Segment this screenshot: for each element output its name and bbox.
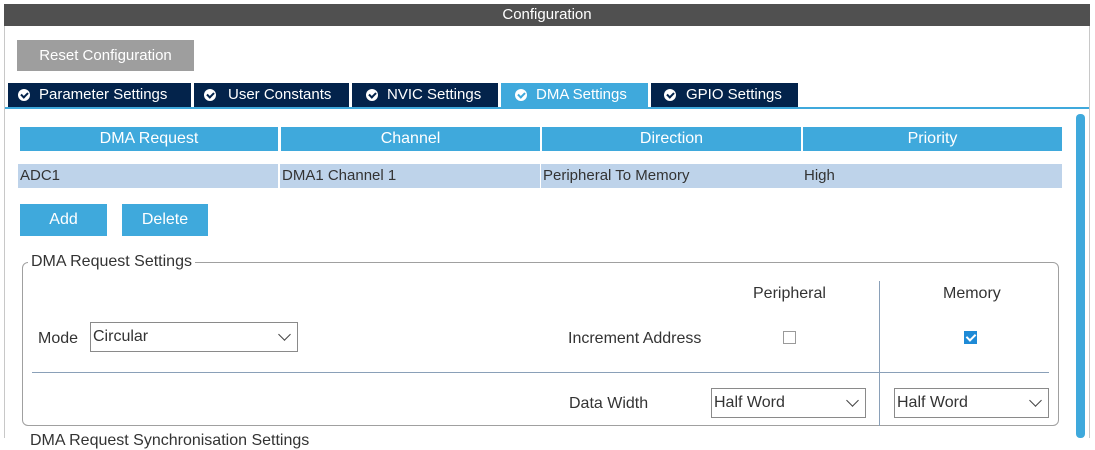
column-header-channel[interactable]: Channel xyxy=(281,127,540,151)
table-cell-channel[interactable]: DMA1 Channel 1 xyxy=(280,164,540,188)
mode-select[interactable]: Circular xyxy=(90,322,298,352)
peripheral-increment-checkbox[interactable] xyxy=(783,331,796,344)
tab-label: GPIO Settings xyxy=(686,86,782,103)
mode-select-value: Circular xyxy=(93,328,149,345)
column-header-direction[interactable]: Direction xyxy=(542,127,801,151)
memory-column-header: Memory xyxy=(943,285,1001,302)
vertical-scrollbar[interactable] xyxy=(1076,114,1085,438)
section-divider xyxy=(32,372,1049,373)
data-width-label: Data Width xyxy=(569,395,649,412)
peripheral-column-header: Peripheral xyxy=(753,285,826,302)
add-button[interactable]: Add xyxy=(20,204,107,236)
chevron-down-icon xyxy=(846,394,859,407)
check-circle-icon xyxy=(204,89,216,101)
tab-gpio-settings[interactable]: GPIO Settings xyxy=(651,83,798,107)
chevron-down-icon xyxy=(278,328,291,341)
check-circle-icon xyxy=(664,89,676,101)
tab-underline xyxy=(5,107,1089,109)
frame-border-left xyxy=(4,26,5,438)
tab-label: NVIC Settings xyxy=(387,86,482,103)
table-cell-priority[interactable]: High xyxy=(802,164,1062,188)
dma-request-settings-legend: DMA Request Settings xyxy=(28,252,195,272)
column-divider xyxy=(879,281,880,426)
column-header-priority[interactable]: Priority xyxy=(803,127,1062,151)
mode-label: Mode xyxy=(38,330,79,347)
chevron-down-icon xyxy=(1029,394,1042,407)
memory-data-width-value: Half Word xyxy=(897,394,968,411)
tab-dma-settings[interactable]: DMA Settings xyxy=(501,83,648,107)
increment-address-label: Increment Address xyxy=(568,330,702,347)
check-circle-icon xyxy=(515,89,527,101)
window-title: Configuration xyxy=(4,4,1090,26)
tab-nvic-settings[interactable]: NVIC Settings xyxy=(352,83,498,107)
check-circle-icon xyxy=(18,89,30,101)
reset-configuration-button[interactable]: Reset Configuration xyxy=(17,40,194,71)
table-cell-dma-request[interactable]: ADC1 xyxy=(18,164,278,188)
tab-user-constants[interactable]: User Constants xyxy=(194,83,349,107)
tab-label: User Constants xyxy=(228,86,332,103)
tab-label: DMA Settings xyxy=(536,86,627,103)
delete-button[interactable]: Delete xyxy=(122,204,208,236)
tab-label: Parameter Settings xyxy=(39,86,168,103)
peripheral-data-width-select[interactable]: Half Word xyxy=(711,388,866,418)
table-cell-direction[interactable]: Peripheral To Memory xyxy=(541,164,802,188)
next-section-legend: DMA Request Synchronisation Settings xyxy=(30,432,310,449)
column-header-dma-request[interactable]: DMA Request xyxy=(20,127,278,151)
memory-data-width-select[interactable]: Half Word xyxy=(894,388,1049,418)
peripheral-data-width-value: Half Word xyxy=(714,394,785,411)
memory-increment-checkbox[interactable] xyxy=(964,331,977,344)
tab-parameter-settings[interactable]: Parameter Settings xyxy=(8,83,191,107)
frame-border-right xyxy=(1089,26,1090,438)
check-circle-icon xyxy=(366,89,378,101)
